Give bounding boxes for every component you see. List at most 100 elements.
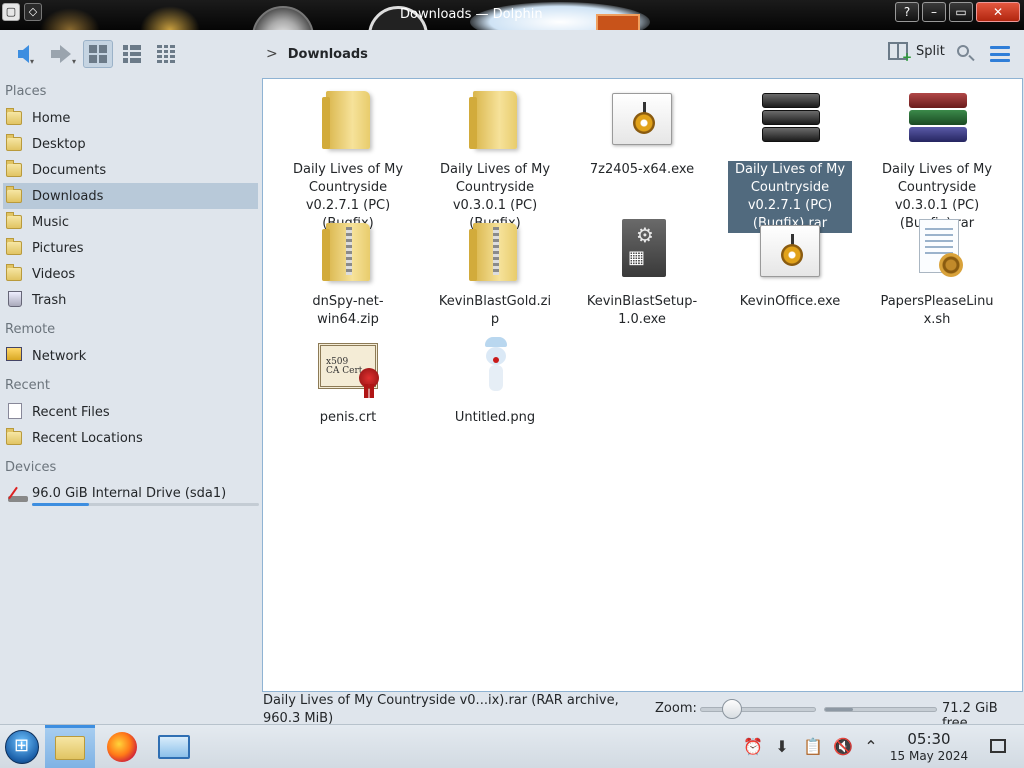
help-button[interactable]: ? <box>895 2 919 22</box>
selection-info: Daily Lives of My Countryside v0...ix).r… <box>263 693 619 726</box>
clock-time: 05:30 <box>907 730 951 748</box>
icons-view-button[interactable] <box>83 40 113 68</box>
titlebar-decoration <box>252 6 314 30</box>
compact-view-icon <box>123 45 141 63</box>
sidebar-item-label: Pictures <box>32 240 84 256</box>
file-name: dnSpy-net-win64.zip <box>312 294 384 327</box>
drive-usage-bar <box>32 503 259 506</box>
details-view-icon <box>157 45 175 63</box>
details-view-button[interactable] <box>151 40 181 68</box>
window-title: Downloads — Dolphin <box>400 7 543 22</box>
desktop-folder-icon <box>6 134 24 153</box>
file-item-rar-v0271[interactable]: Daily Lives of My Countryside v0.2.7.1 (… <box>728 87 852 233</box>
certificate-icon: x509 CA Cert <box>316 335 380 399</box>
file-item-folder-v0271[interactable]: Daily Lives of My Countryside v0.2.7.1 (… <box>286 87 410 233</box>
sidebar-item-trash[interactable]: Trash <box>3 287 258 313</box>
file-item-paperplease-sh[interactable]: PapersPleaseLinux.sh <box>875 219 999 329</box>
zoom-slider-handle[interactable] <box>722 699 742 719</box>
titlebar-decoration <box>596 14 640 30</box>
back-arrow-icon <box>17 45 29 63</box>
sidebar-item-recent-locations[interactable]: Recent Locations <box>3 425 258 451</box>
sidebar-item-label: Desktop <box>32 136 86 152</box>
zip-archive-icon <box>463 219 527 283</box>
sidebar-item-documents[interactable]: Documents <box>3 157 258 183</box>
search-icon <box>957 45 969 57</box>
zoom-slider[interactable] <box>700 707 816 712</box>
taskbar-system-monitor[interactable] <box>149 725 199 768</box>
back-button[interactable]: ▾ <box>12 40 40 68</box>
file-item-untitled-png[interactable]: Untitled.png <box>433 335 557 427</box>
sidebar-item-videos[interactable]: Videos <box>3 261 258 287</box>
sidebar-item-recent-files[interactable]: Recent Files <box>3 399 258 425</box>
minimize-button[interactable]: – <box>922 2 946 22</box>
sidebar-item-music[interactable]: Music <box>3 209 258 235</box>
taskbar-file-manager[interactable] <box>45 725 95 768</box>
sidebar-item-network[interactable]: Network <box>3 343 258 369</box>
sidebar-item-home[interactable]: Home <box>3 105 258 131</box>
compact-view-button[interactable] <box>117 40 147 68</box>
recent-files-icon <box>6 403 24 421</box>
file-name: KevinBlastSetup-1.0.exe <box>586 294 698 327</box>
monitor-icon <box>158 734 190 759</box>
window-menu-icon[interactable]: ▢ <box>2 3 20 21</box>
split-button[interactable]: Split <box>888 42 945 64</box>
split-label: Split <box>916 43 945 59</box>
executable-icon <box>758 219 822 283</box>
documents-folder-icon <box>6 160 24 179</box>
file-name: Untitled.png <box>454 410 536 425</box>
sidebar-item-pictures[interactable]: Pictures <box>3 235 258 261</box>
downloads-folder-icon <box>6 186 24 205</box>
file-item-dnspy-zip[interactable]: dnSpy-net-win64.zip <box>286 219 410 329</box>
file-name: KevinOffice.exe <box>739 294 841 309</box>
clipboard-icon[interactable]: 📋 <box>799 725 827 768</box>
folder-icon <box>316 87 380 151</box>
drive-label: 96.0 GiB Internal Drive (sda1) <box>32 486 227 501</box>
tray-expand-icon[interactable]: ⌃ <box>857 725 885 768</box>
rar-archive-icon <box>758 87 822 151</box>
window-titlebar[interactable]: ▢ ◇ Downloads — Dolphin ? – ▭ ✕ <box>0 0 1024 30</box>
file-item-kevinoffice-exe[interactable]: KevinOffice.exe <box>728 219 852 311</box>
maximize-button[interactable]: ▭ <box>949 2 973 22</box>
hard-drive-icon <box>8 486 28 504</box>
file-item-rar-v0301[interactable]: Daily Lives of My Countryside v0.3.0.1 (… <box>875 87 999 233</box>
file-item-kevinblast-setup[interactable]: KevinBlastSetup-1.0.exe <box>580 219 704 329</box>
home-folder-icon <box>6 108 24 127</box>
image-thumbnail-icon <box>463 335 527 399</box>
sidebar-item-label: Network <box>32 348 87 364</box>
sidebar-item-desktop[interactable]: Desktop <box>3 131 258 157</box>
notifications-icon[interactable]: ⏰ <box>739 725 767 768</box>
remote-header: Remote <box>5 322 56 337</box>
sidebar-item-internal-drive[interactable]: 96.0 GiB Internal Drive (sda1) <box>5 482 259 508</box>
titlebar-decoration <box>40 8 100 30</box>
breadcrumb-downloads[interactable]: Downloads <box>288 47 368 62</box>
music-folder-icon <box>6 212 24 231</box>
volume-muted-icon[interactable]: 🔇 <box>829 725 857 768</box>
show-desktop-icon[interactable] <box>990 739 1006 753</box>
updates-icon[interactable]: ⬇ <box>768 725 796 768</box>
videos-folder-icon <box>6 264 24 283</box>
file-name: penis.crt <box>319 410 377 425</box>
forward-button[interactable]: ▾ <box>48 40 76 68</box>
hamburger-menu-icon[interactable] <box>990 46 1010 62</box>
search-button[interactable] <box>956 44 976 64</box>
file-view[interactable]: Daily Lives of My Countryside v0.2.7.1 (… <box>262 78 1023 692</box>
taskbar-firefox[interactable] <box>97 725 147 768</box>
file-item-7z-installer[interactable]: 7z2405-x64.exe <box>580 87 704 179</box>
file-item-folder-v0301[interactable]: Daily Lives of My Countryside v0.3.0.1 (… <box>433 87 557 233</box>
clock-date: 15 May 2024 <box>889 749 969 763</box>
file-item-kevinblastgold-zip[interactable]: KevinBlastGold.zip <box>433 219 557 329</box>
recent-locations-icon <box>6 428 24 447</box>
folder-icon <box>463 87 527 151</box>
forward-arrow-icon <box>51 45 71 63</box>
sidebar-item-label: Recent Locations <box>32 430 143 446</box>
sidebar-item-label: Videos <box>32 266 76 282</box>
certificate-icon-text: x509 CA Cert <box>326 357 363 376</box>
sidebar-item-downloads[interactable]: Downloads <box>3 183 258 209</box>
file-item-certificate[interactable]: x509 CA Cert penis.crt <box>286 335 410 427</box>
breadcrumb[interactable]: > Downloads <box>266 46 368 62</box>
close-button[interactable]: ✕ <box>976 2 1020 22</box>
sidebar-item-label: Music <box>32 214 69 230</box>
clock[interactable]: 05:30 15 May 2024 <box>884 731 974 764</box>
free-space-fill <box>825 708 853 711</box>
start-orb-icon[interactable] <box>5 730 39 764</box>
